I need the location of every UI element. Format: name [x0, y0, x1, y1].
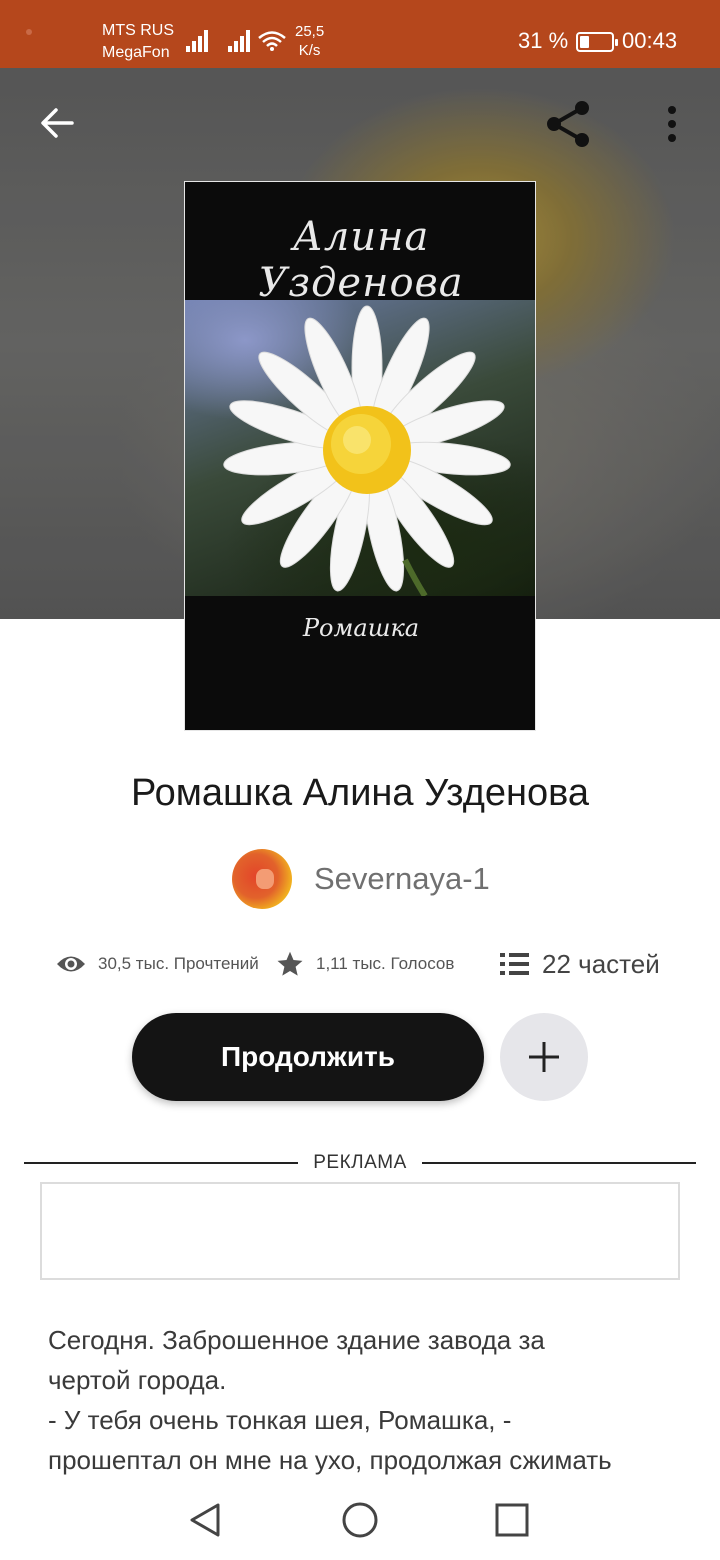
battery-icon — [576, 32, 618, 52]
excerpt-line: - У тебя очень тонкая шея, Ромашка, - — [48, 1405, 512, 1435]
wifi-icon — [258, 31, 286, 51]
reads-label: 30,5 тыс. Прочтений — [98, 954, 259, 973]
book-excerpt[interactable]: Сегодня. Заброшенное здание завода за че… — [48, 1320, 688, 1480]
book-stats: 30,5 тыс. Прочтений 1,11 тыс. Голосов 22… — [56, 944, 676, 984]
author-name[interactable]: Severnaya-1 — [314, 861, 490, 897]
notification-dot — [26, 29, 32, 35]
votes-label: 1,11 тыс. Голосов — [316, 954, 455, 973]
ad-divider-right — [422, 1162, 696, 1164]
speed-unit: K/s — [298, 42, 321, 59]
circle-home-icon — [342, 1502, 378, 1538]
more-vertical-icon — [668, 106, 676, 142]
author-avatar[interactable] — [232, 849, 292, 909]
nav-recents-button[interactable] — [492, 1500, 532, 1545]
eye-icon — [57, 956, 85, 972]
cover-title-text: Ромашка — [302, 614, 420, 642]
ad-label: РЕКЛАМА — [313, 1152, 407, 1173]
star-icon — [277, 951, 303, 976]
list-icon — [500, 953, 529, 975]
carrier-2: MegaFon — [102, 44, 170, 61]
battery-fill — [580, 36, 589, 48]
nav-back-button[interactable] — [186, 1500, 226, 1545]
votes-stat: 1,11 тыс. Голосов — [276, 944, 454, 984]
speed-value: 25,5 — [295, 23, 325, 40]
ad-divider-left — [24, 1162, 298, 1164]
network-speed: 25,5 K/s — [295, 22, 324, 60]
excerpt-line: прошептал он мне на ухо, продолжая сжима… — [48, 1445, 612, 1475]
add-to-library-button[interactable] — [500, 1013, 588, 1101]
back-button[interactable] — [30, 96, 84, 150]
parts-stat[interactable]: 22 частей — [500, 944, 660, 984]
cover-author-text: Алина Узденова — [258, 214, 464, 306]
clock: 00:43 — [622, 28, 678, 53]
excerpt-line: чертой города. — [48, 1365, 227, 1395]
book-title: Ромашка Алина Узденова — [130, 772, 590, 814]
more-button[interactable] — [652, 96, 692, 152]
arrow-left-icon — [41, 108, 74, 138]
status-bar: MTS RUS MegaFon 25,5 K/s 31 % 00:43 — [0, 0, 720, 68]
share-icon — [547, 101, 589, 147]
square-recents-icon — [495, 1503, 529, 1537]
reads-stat: 30,5 тыс. Прочтений — [56, 944, 259, 984]
nav-home-button[interactable] — [340, 1500, 380, 1545]
battery-percent: 31 % — [518, 28, 569, 53]
triangle-back-icon — [190, 1503, 220, 1537]
share-button[interactable] — [538, 94, 598, 154]
signal-2-icon — [228, 28, 254, 52]
daisy-flower-illustration — [223, 305, 511, 598]
book-cover[interactable]: Алина Узденова Ромашка — [184, 181, 536, 731]
continue-reading-button[interactable]: Продолжить — [132, 1013, 484, 1101]
author-link[interactable]: Severnaya-1 — [232, 848, 490, 910]
parts-label[interactable]: 22 частей — [542, 949, 660, 980]
carrier-1: MTS RUS — [102, 22, 174, 39]
system-nav-bar — [0, 1480, 720, 1560]
cover-daisy-image — [185, 300, 535, 598]
carrier-labels: MTS RUS MegaFon — [102, 20, 174, 64]
excerpt-line: Сегодня. Заброшенное здание завода за — [48, 1325, 545, 1355]
plus-icon — [529, 1042, 559, 1072]
ad-banner[interactable] — [40, 1182, 680, 1280]
signal-1-icon — [186, 28, 212, 52]
